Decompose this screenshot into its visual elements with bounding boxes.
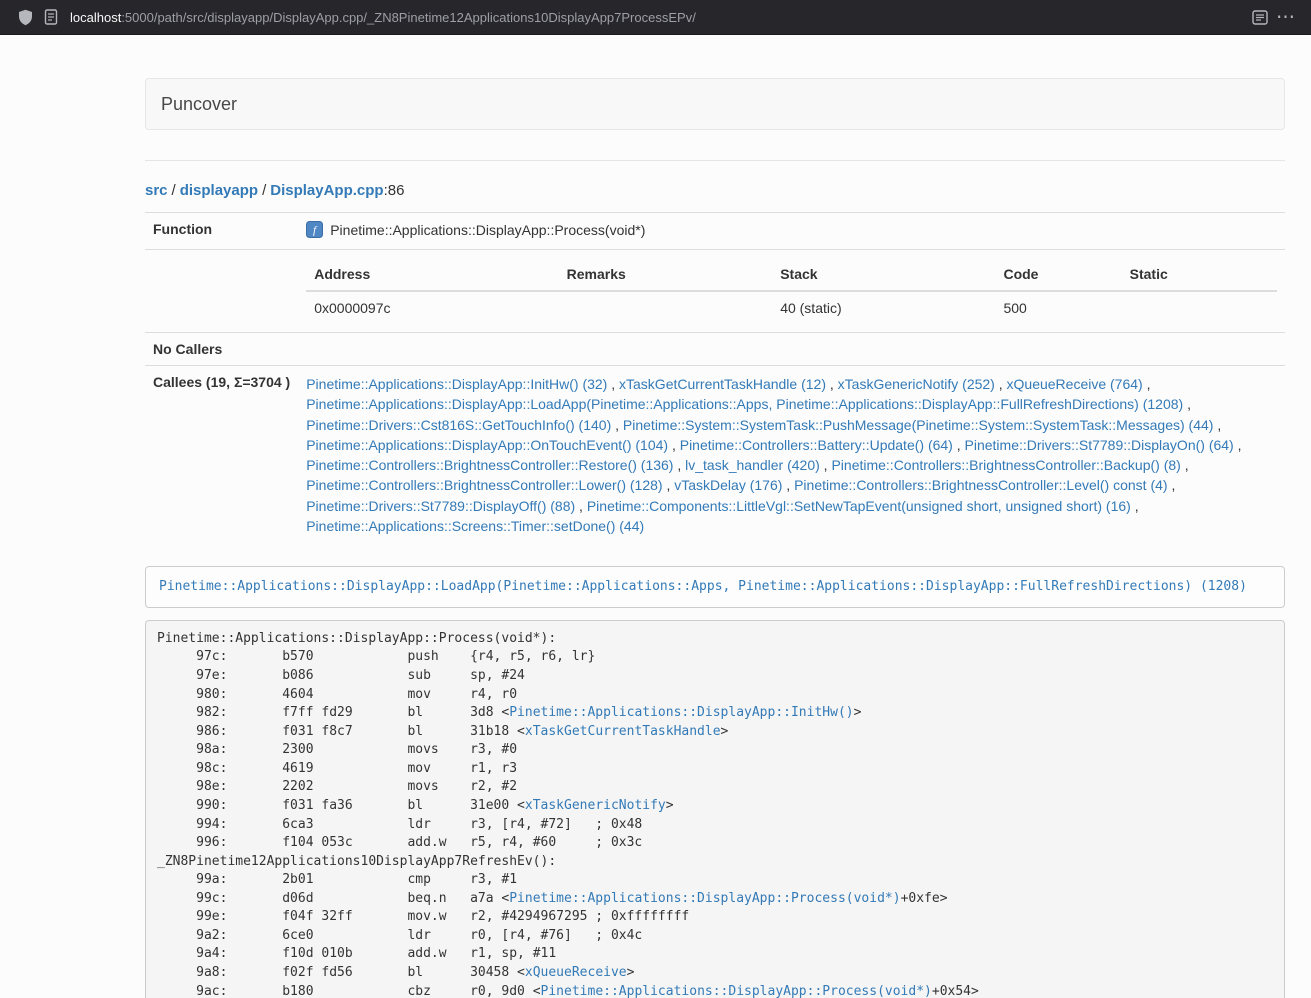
code-line: 99c: d06d beq.n a7a <Pinetime::Applicati… xyxy=(157,890,1273,909)
callee-link[interactable]: Pinetime::System::SystemTask::PushMessag… xyxy=(623,417,1214,433)
code-line: 97e: b086 sub sp, #24 xyxy=(157,667,1273,686)
code-line: 996: f104 053c add.w r5, r4, #60 ; 0x3c xyxy=(157,834,1273,853)
remarks-value xyxy=(559,291,773,324)
symbol-panel: Pinetime::Applications::DisplayApp::Load… xyxy=(145,566,1285,608)
code-symbol-link[interactable]: Pinetime::Applications::DisplayApp::Proc… xyxy=(509,891,900,906)
code-line: 9a2: 6ce0 ldr r0, [r4, #76] ; 0x4c xyxy=(157,927,1273,946)
callees-row: Callees (19, Σ=3704 ) Pinetime::Applicat… xyxy=(145,366,1285,545)
function-row: Function f Pinetime::Applications::Displ… xyxy=(145,213,1285,250)
code-line: Pinetime::Applications::DisplayApp::Proc… xyxy=(157,630,1273,649)
loadapp-symbol-link[interactable]: Pinetime::Applications::DisplayApp::Load… xyxy=(159,579,1247,594)
callee-link[interactable]: Pinetime::Drivers::St7789::DisplayOn() (… xyxy=(965,437,1234,453)
breadcrumb-line-number: :86 xyxy=(384,182,405,199)
callee-link[interactable]: lv_task_handler (420) xyxy=(685,457,820,473)
code-line: 98a: 2300 movs r3, #0 xyxy=(157,741,1273,760)
stats-data-row: 0x0000097c 40 (static) 500 xyxy=(306,291,1277,324)
app-title[interactable]: Puncover xyxy=(161,94,237,115)
code-line: 9ac: b180 cbz r0, 9d0 <Pinetime::Applica… xyxy=(157,983,1273,998)
code-line: 98e: 2202 movs r2, #2 xyxy=(157,778,1273,797)
static-value xyxy=(1122,291,1277,324)
reader-mode-icon[interactable] xyxy=(1247,4,1273,30)
code-line: 982: f7ff fd29 bl 3d8 <Pinetime::Applica… xyxy=(157,704,1273,723)
breadcrumb-file[interactable]: DisplayApp.cpp xyxy=(270,182,383,199)
callee-link[interactable]: Pinetime::Controllers::BrightnessControl… xyxy=(306,477,662,493)
col-header-stack: Stack xyxy=(772,258,995,291)
callee-link[interactable]: Pinetime::Applications::DisplayApp::Load… xyxy=(306,396,1183,412)
breadcrumb-separator: / xyxy=(258,182,270,199)
code-line: 97c: b570 push {r4, r5, r6, lr} xyxy=(157,648,1273,667)
callees-label: Callees (19, Σ=3704 ) xyxy=(145,366,298,545)
url-bar[interactable]: localhost:5000/path/src/displayapp/Displ… xyxy=(70,10,1247,25)
stats-table: Address Remarks Stack Code Static 0x0000… xyxy=(306,258,1277,324)
callee-link[interactable]: Pinetime::Controllers::BrightnessControl… xyxy=(831,457,1180,473)
function-label: Function xyxy=(145,213,298,250)
callee-link[interactable]: Pinetime::Components::LittleVgl::SetNewT… xyxy=(587,498,1131,514)
code-value: 500 xyxy=(995,291,1121,324)
code-line: 9a4: f10d 010b add.w r1, sp, #11 xyxy=(157,945,1273,964)
col-header-static: Static xyxy=(1122,258,1277,291)
breadcrumb-separator: / xyxy=(168,182,180,199)
url-path: :5000/path/src/displayapp/DisplayApp.cpp… xyxy=(121,10,696,25)
breadcrumb-displayapp[interactable]: displayapp xyxy=(180,182,258,199)
no-callers-label: No Callers xyxy=(145,333,298,366)
function-icon: f xyxy=(306,221,323,241)
callee-link[interactable]: xTaskGenericNotify (252) xyxy=(838,376,995,392)
code-symbol-link[interactable]: Pinetime::Applications::DisplayApp::Init… xyxy=(509,705,853,720)
stats-row-label xyxy=(145,250,298,333)
callee-link[interactable]: Pinetime::Applications::Screens::Timer::… xyxy=(306,518,644,534)
stats-cell: Address Remarks Stack Code Static 0x0000… xyxy=(298,250,1285,333)
col-header-remarks: Remarks xyxy=(559,258,773,291)
callee-link[interactable]: Pinetime::Drivers::St7789::DisplayOff() … xyxy=(306,498,575,514)
callee-link[interactable]: Pinetime::Controllers::BrightnessControl… xyxy=(794,477,1167,493)
callee-link[interactable]: Pinetime::Controllers::BrightnessControl… xyxy=(306,457,673,473)
code-line: 98c: 4619 mov r1, r3 xyxy=(157,760,1273,779)
col-header-code: Code xyxy=(995,258,1121,291)
code-line: 994: 6ca3 ldr r3, [r4, #72] ; 0x48 xyxy=(157,816,1273,835)
page-info-icon[interactable] xyxy=(38,4,64,30)
breadcrumb: src/displayapp/DisplayApp.cpp:86 xyxy=(145,182,1285,199)
callee-link[interactable]: vTaskDelay (176) xyxy=(674,477,782,493)
code-symbol-link[interactable]: xTaskGenericNotify xyxy=(525,798,666,813)
breadcrumb-src[interactable]: src xyxy=(145,182,168,199)
function-value-cell: f Pinetime::Applications::DisplayApp::Pr… xyxy=(298,213,1285,250)
code-symbol-link[interactable]: Pinetime::Applications::DisplayApp::Proc… xyxy=(541,984,932,998)
code-line: _ZN8Pinetime12Applications10DisplayApp7R… xyxy=(157,853,1273,872)
code-line: 9a8: f02f fd56 bl 30458 <xQueueReceive> xyxy=(157,964,1273,983)
overflow-menu-icon[interactable]: ⋯ xyxy=(1273,4,1299,30)
app-header: Puncover xyxy=(145,78,1285,130)
code-symbol-link[interactable]: xQueueReceive xyxy=(525,965,627,980)
function-table: Function f Pinetime::Applications::Displ… xyxy=(145,212,1285,544)
callee-link[interactable]: Pinetime::Applications::DisplayApp::Init… xyxy=(306,376,607,392)
callee-link[interactable]: xQueueReceive (764) xyxy=(1007,376,1143,392)
code-symbol-link[interactable]: xTaskGetCurrentTaskHandle xyxy=(525,724,721,739)
main-content: Puncover src/displayapp/DisplayApp.cpp:8… xyxy=(145,78,1285,998)
callee-link[interactable]: Pinetime::Applications::DisplayApp::OnTo… xyxy=(306,437,668,453)
url-host: localhost xyxy=(70,10,121,25)
shield-icon[interactable] xyxy=(12,4,38,30)
code-line: 990: f031 fa36 bl 31e00 <xTaskGenericNot… xyxy=(157,797,1273,816)
code-line: 986: f031 f8c7 bl 31b18 <xTaskGetCurrent… xyxy=(157,723,1273,742)
address-value: 0x0000097c xyxy=(306,291,558,324)
callee-link[interactable]: Pinetime::Controllers::Battery::Update()… xyxy=(680,437,953,453)
function-name: Pinetime::Applications::DisplayApp::Proc… xyxy=(330,222,645,238)
stats-row: Address Remarks Stack Code Static 0x0000… xyxy=(145,250,1285,333)
code-line: 99a: 2b01 cmp r3, #1 xyxy=(157,871,1273,890)
disassembly-block: Pinetime::Applications::DisplayApp::Proc… xyxy=(145,620,1285,998)
callee-link[interactable]: Pinetime::Drivers::Cst816S::GetTouchInfo… xyxy=(306,417,611,433)
code-line: 980: 4604 mov r4, r0 xyxy=(157,686,1273,705)
no-callers-row: No Callers xyxy=(145,333,1285,366)
stack-value: 40 (static) xyxy=(772,291,995,324)
col-header-address: Address xyxy=(306,258,558,291)
callees-list: Pinetime::Applications::DisplayApp::Init… xyxy=(298,366,1285,545)
browser-toolbar: localhost:5000/path/src/displayapp/Displ… xyxy=(0,0,1311,35)
divider xyxy=(145,160,1285,161)
callee-link[interactable]: xTaskGetCurrentTaskHandle (12) xyxy=(619,376,826,392)
code-line: 99e: f04f 32ff mov.w r2, #4294967295 ; 0… xyxy=(157,908,1273,927)
